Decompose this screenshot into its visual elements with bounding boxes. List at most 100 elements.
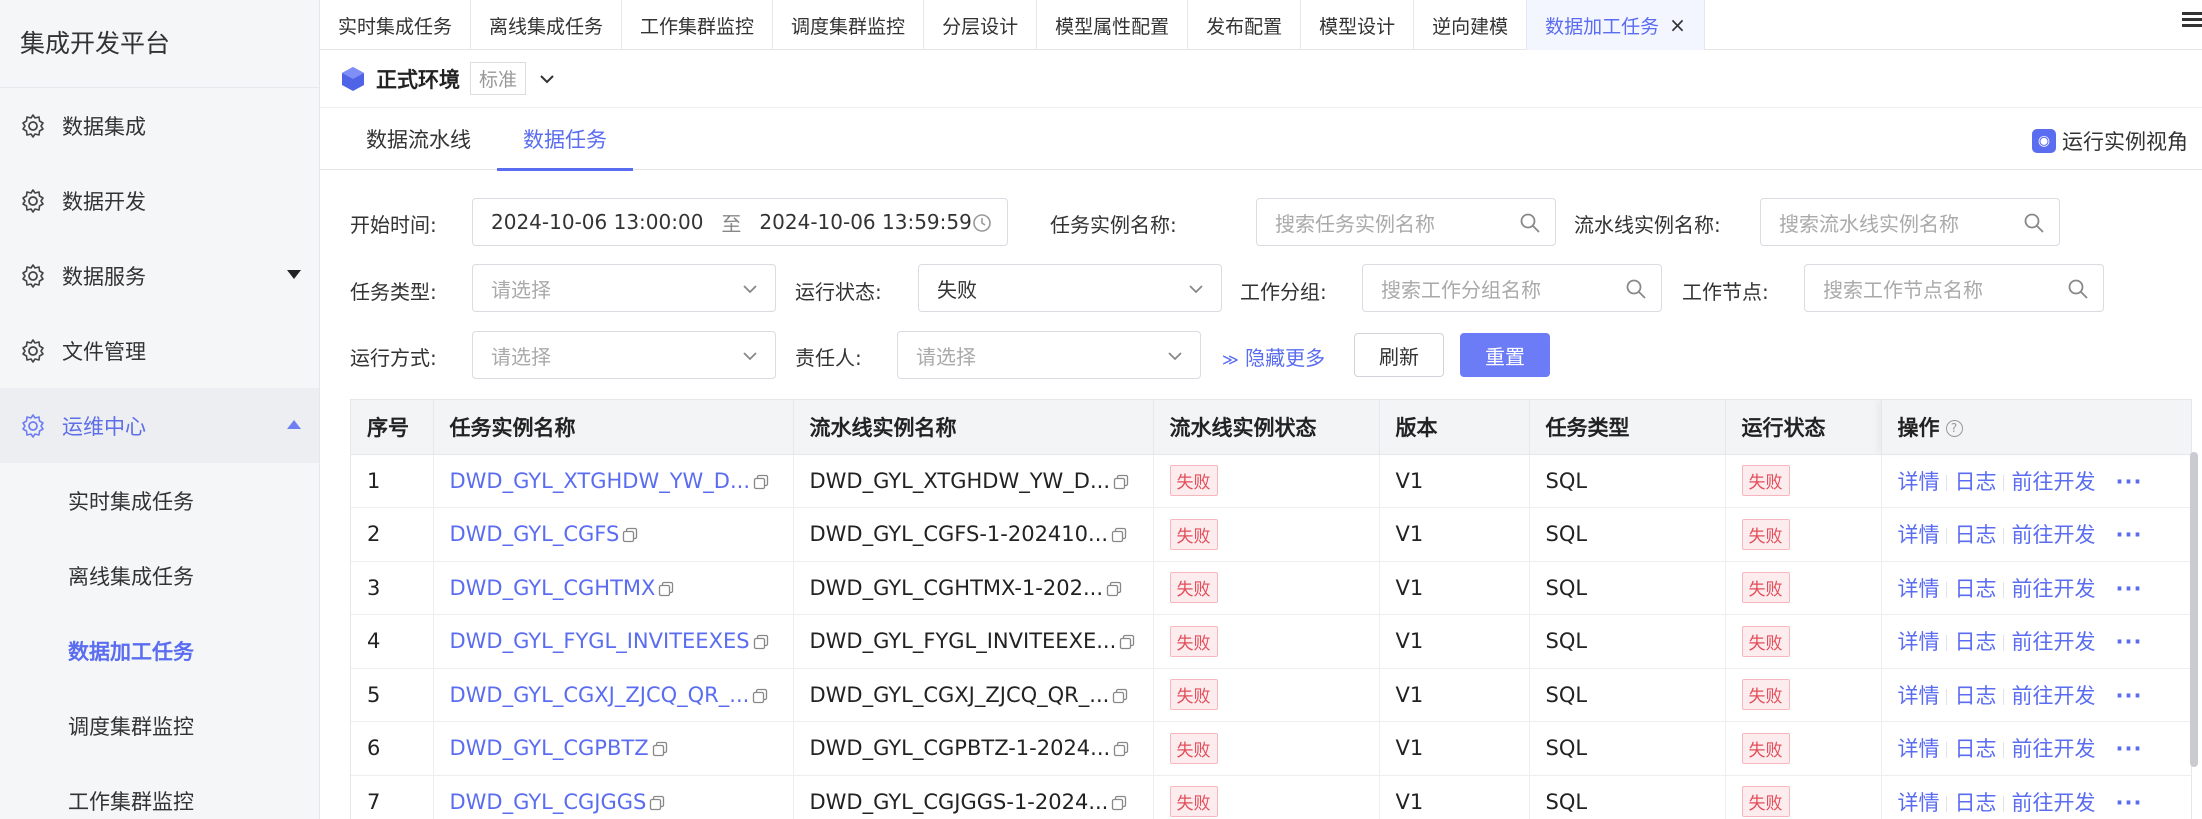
go-develop-link[interactable]: 前往开发 — [2012, 470, 2096, 494]
copy-icon[interactable] — [658, 581, 674, 597]
version-cell: V1 — [1379, 454, 1530, 508]
go-develop-link[interactable]: 前往开发 — [2012, 684, 2096, 708]
copy-icon[interactable] — [1111, 795, 1127, 811]
vertical-scrollbar[interactable] — [2190, 452, 2198, 767]
sidebar-subitem-realtime-integration[interactable]: 实时集成任务 — [0, 463, 319, 538]
sidebar-subitem-work-cluster[interactable]: 工作集群监控 — [0, 763, 319, 819]
detail-link[interactable]: 详情 — [1898, 737, 1940, 761]
sidebar-subitem-schedule-cluster[interactable]: 调度集群监控 — [0, 688, 319, 763]
log-link[interactable]: 日志 — [1955, 523, 1997, 547]
chevron-down-icon[interactable] — [538, 70, 556, 88]
tab-10[interactable]: 数据加工任务 × — [1527, 0, 1705, 50]
more-actions-button[interactable]: ··· — [2116, 791, 2143, 815]
subtab-pipeline[interactable]: 数据流水线 — [340, 108, 497, 170]
tab-2[interactable]: 离线集成任务 — [471, 0, 623, 50]
tab-label: 逆向建模 — [1432, 15, 1509, 38]
go-develop-link[interactable]: 前往开发 — [2012, 630, 2096, 654]
tab-label: 数据加工任务 — [1545, 15, 1660, 38]
copy-icon[interactable] — [753, 474, 769, 490]
copy-icon[interactable] — [1113, 474, 1129, 490]
close-icon[interactable]: × — [1669, 13, 1686, 37]
time-range-picker[interactable]: 2024-10-06 13:00:00 至 2024-10-06 13:59:5… — [472, 198, 1008, 246]
copy-icon[interactable] — [649, 795, 665, 811]
detail-link[interactable]: 详情 — [1898, 684, 1940, 708]
run-status-cell: 失败 — [1725, 454, 1882, 508]
status-badge: 失败 — [1741, 625, 1790, 657]
chevron-down-icon — [743, 285, 757, 294]
tab-1[interactable]: 实时集成任务 — [320, 0, 472, 50]
tab-6[interactable]: 模型属性配置 — [1037, 0, 1189, 50]
task-instance-cell: DWD_GYL_CGHTMX — [433, 561, 794, 615]
sidebar-item-data-development[interactable]: 数据开发 — [0, 163, 319, 238]
copy-icon[interactable] — [622, 527, 638, 543]
task-instance-link[interactable]: DWD_GYL_CGXJ_ZJCQ_QR_... — [450, 683, 750, 707]
log-link[interactable]: 日志 — [1955, 791, 1997, 815]
more-actions-button[interactable]: ··· — [2116, 577, 2143, 601]
refresh-button[interactable]: 刷新 — [1354, 333, 1444, 377]
task-instance-link[interactable]: DWD_GYL_FYGL_INVITEEXES — [450, 629, 750, 653]
tab-8[interactable]: 模型设计 — [1301, 0, 1415, 50]
reset-button[interactable]: 重置 — [1460, 333, 1550, 377]
log-link[interactable]: 日志 — [1955, 684, 1997, 708]
go-develop-link[interactable]: 前往开发 — [2012, 577, 2096, 601]
task-instance-link[interactable]: DWD_GYL_CGFS — [450, 522, 620, 546]
pipeline-instance-search-input[interactable]: 搜索流水线实例名称 — [1760, 198, 2060, 246]
tab-7[interactable]: 发布配置 — [1188, 0, 1302, 50]
task-type-select[interactable]: 请选择 — [472, 264, 776, 312]
task-instance-link[interactable]: DWD_GYL_CGHTMX — [450, 576, 656, 600]
detail-link[interactable]: 详情 — [1898, 470, 1940, 494]
more-actions-button[interactable]: ··· — [2116, 630, 2143, 654]
detail-link[interactable]: 详情 — [1898, 577, 1940, 601]
task-instance-link[interactable]: DWD_GYL_CGJGGS — [450, 790, 647, 814]
log-link[interactable]: 日志 — [1955, 630, 1997, 654]
detail-link[interactable]: 详情 — [1898, 791, 1940, 815]
more-actions-button[interactable]: ··· — [2116, 523, 2143, 547]
sidebar-subitem-offline-integration[interactable]: 离线集成任务 — [0, 538, 319, 613]
run-instance-view-button[interactable]: ◉ 运行实例视角 — [2032, 126, 2188, 156]
sidebar-item-ops-center[interactable]: 运维中心 — [0, 388, 319, 463]
task-instance-search-input[interactable]: 搜索任务实例名称 — [1256, 198, 1556, 246]
tab-3[interactable]: 工作集群监控 — [622, 0, 774, 50]
pipeline-status-cell: 失败 — [1153, 614, 1380, 669]
sidebar-subitem-data-processing[interactable]: 数据加工任务 — [0, 613, 319, 688]
log-link[interactable]: 日志 — [1955, 577, 1997, 601]
log-link[interactable]: 日志 — [1955, 737, 1997, 761]
task-instance-link[interactable]: DWD_GYL_CGPBTZ — [450, 736, 649, 760]
sidebar-item-data-integration[interactable]: 数据集成 — [0, 88, 319, 163]
owner-select[interactable]: 请选择 — [897, 331, 1201, 379]
more-actions-button[interactable]: ··· — [2116, 684, 2143, 708]
tab-label: 模型设计 — [1319, 15, 1396, 38]
work-node-search-input[interactable]: 搜索工作节点名称 — [1804, 264, 2104, 312]
pipeline-status-cell: 失败 — [1153, 561, 1380, 615]
work-group-search-input[interactable]: 搜索工作分组名称 — [1362, 264, 1662, 312]
copy-icon[interactable] — [752, 688, 768, 704]
go-develop-link[interactable]: 前往开发 — [2012, 791, 2096, 815]
copy-icon[interactable] — [1106, 581, 1122, 597]
sidebar-item-file-management[interactable]: 文件管理 — [0, 313, 319, 388]
copy-icon[interactable] — [753, 634, 769, 650]
go-develop-link[interactable]: 前往开发 — [2012, 523, 2096, 547]
start-time-value: 2024-10-06 13:00:00 — [491, 210, 704, 234]
run-status-select[interactable]: 失败 — [918, 264, 1222, 312]
more-actions-button[interactable]: ··· — [2116, 737, 2143, 761]
sidebar-item-data-service[interactable]: 数据服务 — [0, 238, 319, 313]
menu-icon[interactable] — [2182, 12, 2202, 32]
subtab-task[interactable]: 数据任务 — [497, 108, 633, 171]
tab-9[interactable]: 逆向建模 — [1414, 0, 1528, 50]
tab-4[interactable]: 调度集群监控 — [773, 0, 925, 50]
more-actions-button[interactable]: ··· — [2116, 470, 2143, 494]
copy-icon[interactable] — [1119, 634, 1135, 650]
task-instance-link[interactable]: DWD_GYL_XTGHDW_YW_D... — [450, 469, 751, 493]
copy-icon[interactable] — [1111, 527, 1127, 543]
copy-icon[interactable] — [1112, 688, 1128, 704]
detail-link[interactable]: 详情 — [1898, 630, 1940, 654]
log-link[interactable]: 日志 — [1955, 470, 1997, 494]
detail-link[interactable]: 详情 — [1898, 523, 1940, 547]
tab-5[interactable]: 分层设计 — [924, 0, 1038, 50]
hide-more-link[interactable]: ≫ 隐藏更多 — [1222, 342, 1325, 371]
copy-icon[interactable] — [1113, 741, 1129, 757]
copy-icon[interactable] — [652, 741, 668, 757]
run-mode-select[interactable]: 请选择 — [472, 331, 776, 379]
go-develop-link[interactable]: 前往开发 — [2012, 737, 2096, 761]
help-icon[interactable]: ? — [1945, 420, 1963, 438]
